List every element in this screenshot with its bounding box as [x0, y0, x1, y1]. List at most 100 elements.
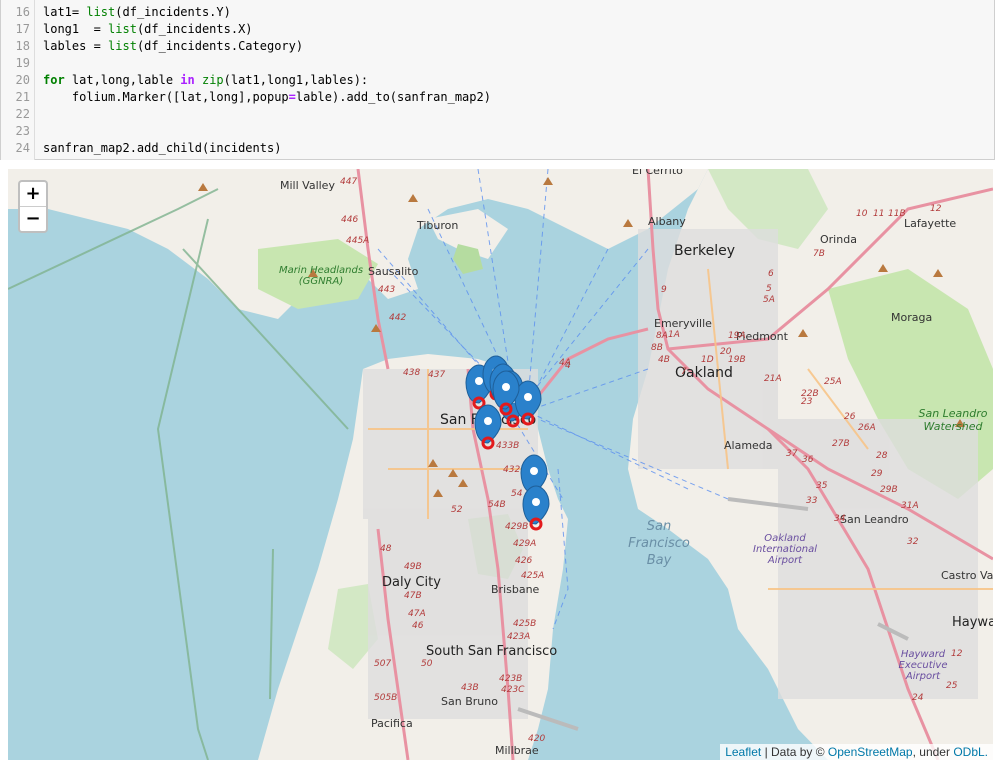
- label-sausalito: Sausalito: [368, 265, 419, 278]
- label-hayward-airport: Hayward Executive Airport: [898, 649, 948, 682]
- road-label: 47A: [408, 609, 426, 619]
- code-line[interactable]: for lat,long,lable in zip(lat1,long1,lab…: [43, 72, 368, 89]
- road-label: 54B: [488, 500, 506, 510]
- code-token: (df_incidents.Category): [136, 39, 304, 53]
- road-label: 23: [801, 397, 813, 407]
- road-label: 12: [951, 649, 963, 659]
- label-lafayette: Lafayette: [904, 217, 957, 230]
- openstreetmap-link[interactable]: OpenStreetMap: [828, 745, 913, 759]
- road-label: 52: [451, 505, 463, 515]
- road-label: 420: [528, 734, 546, 744]
- road-label: 25: [946, 681, 958, 691]
- road-label: 26: [844, 412, 856, 422]
- road-label: 29B: [880, 485, 898, 495]
- label-tiburon: Tiburon: [417, 219, 459, 232]
- line-number: 20: [15, 73, 30, 87]
- label-mill-valley: Mill Valley: [280, 179, 335, 192]
- label-daly-city: Daly City: [382, 575, 441, 590]
- attribution-under: , under: [912, 745, 954, 759]
- road-label: 425B: [513, 619, 537, 629]
- road-label: 26A: [858, 423, 876, 433]
- label-marin-headlands: Marin Headlands (GGNRA): [278, 265, 364, 287]
- code-token: lables =: [43, 39, 109, 53]
- line-number: 21: [15, 90, 30, 104]
- code-token: list: [108, 39, 137, 53]
- code-token: in: [180, 73, 195, 87]
- road-label: 5A: [763, 295, 775, 305]
- road-label: 1D: [701, 355, 714, 365]
- road-label: 20: [720, 347, 732, 357]
- road-label: 28: [876, 451, 888, 461]
- label-san-bruno: San Bruno: [441, 695, 498, 708]
- code-token: folium.Marker([lat,long],popup: [43, 90, 289, 104]
- road-label: 47B: [404, 591, 422, 601]
- label-pacifica: Pacifica: [371, 717, 413, 730]
- road-label: 34: [834, 514, 846, 524]
- label-emeryville: Emeryville: [654, 317, 712, 330]
- road-label: 7B: [813, 249, 825, 259]
- line-number: 18: [15, 39, 30, 53]
- road-label: 437: [428, 370, 446, 380]
- road-label: 447: [340, 177, 358, 187]
- code-line[interactable]: sanfran_map2.add_child(incidents): [43, 140, 281, 157]
- road-label: 5: [766, 284, 772, 294]
- road-label: 446: [341, 215, 359, 225]
- road-label: 12: [930, 204, 942, 214]
- code-line[interactable]: lat1= list(df_incidents.Y): [43, 4, 231, 21]
- code-line[interactable]: long1 = list(df_incidents.X): [43, 21, 253, 38]
- road-label: 445A: [346, 236, 370, 246]
- code-token: lat1=: [43, 5, 87, 19]
- road-label: 423A: [507, 632, 531, 642]
- line-number: 22: [15, 107, 30, 121]
- line-number: 17: [15, 22, 30, 36]
- attribution-separator: | Data by ©: [761, 745, 828, 759]
- code-token: (df_incidents.X): [136, 22, 253, 36]
- road-label: 46: [412, 621, 424, 631]
- road-label: 426: [515, 556, 533, 566]
- line-number-gutter: 16 17 18 19 20 21 22 23 24: [1, 0, 35, 160]
- label-el-cerrito: El Cerrito: [632, 169, 683, 177]
- label-albany: Albany: [648, 215, 686, 228]
- road-label: 423C: [501, 685, 525, 695]
- road-label: 9: [661, 285, 667, 295]
- zoom-in-button[interactable]: +: [20, 182, 46, 206]
- code-token: for: [43, 73, 65, 87]
- code-line[interactable]: folium.Marker([lat,long],popup=lable).ad…: [43, 89, 491, 106]
- code-token: list: [108, 22, 137, 36]
- line-number: 19: [15, 56, 30, 70]
- code-cell[interactable]: 16 17 18 19 20 21 22 23 24 lat1= list(df_inciden…: [0, 0, 995, 160]
- code-token: list: [86, 5, 116, 19]
- label-castro-valley: Castro Valley: [941, 569, 993, 582]
- line-number: 16: [15, 5, 30, 19]
- road-label: 33: [806, 496, 818, 506]
- code-line[interactable]: lables = list(df_incidents.Category): [43, 38, 303, 55]
- leaflet-link[interactable]: Leaflet: [725, 745, 761, 759]
- road-label: 43B: [461, 683, 479, 693]
- label-south-san-francisco: South San Francisco: [426, 644, 558, 659]
- zoom-out-button[interactable]: −: [20, 206, 46, 231]
- road-label: 8A: [656, 331, 668, 341]
- road-label: 31A: [901, 501, 919, 511]
- road-label: 24: [912, 693, 924, 703]
- label-berkeley: Berkeley: [674, 243, 735, 259]
- road-label: 4A: [559, 358, 571, 368]
- code-token: lat,long,lable: [64, 73, 181, 87]
- road-label: 48: [380, 544, 392, 554]
- code-token: =: [288, 90, 296, 104]
- code-token: (df_incidents.Y): [115, 5, 231, 19]
- road-label: 35: [816, 481, 828, 491]
- road-label: 10: [856, 209, 868, 219]
- label-alameda: Alameda: [724, 439, 773, 452]
- label-san-leandro: San Leandro: [840, 513, 909, 526]
- odbl-link[interactable]: ODbL.: [953, 745, 988, 759]
- label-moraga: Moraga: [891, 311, 933, 324]
- code-token: long1 =: [43, 22, 109, 36]
- road-label: 425A: [521, 571, 545, 581]
- zoom-control: + −: [18, 180, 48, 233]
- road-label: 507: [374, 659, 392, 669]
- road-label: 29: [871, 469, 883, 479]
- folium-map[interactable]: San Francisco Oakland Berkeley Daly City…: [8, 169, 993, 760]
- road-label: 7: [681, 367, 687, 377]
- road-label: 4B: [658, 355, 670, 365]
